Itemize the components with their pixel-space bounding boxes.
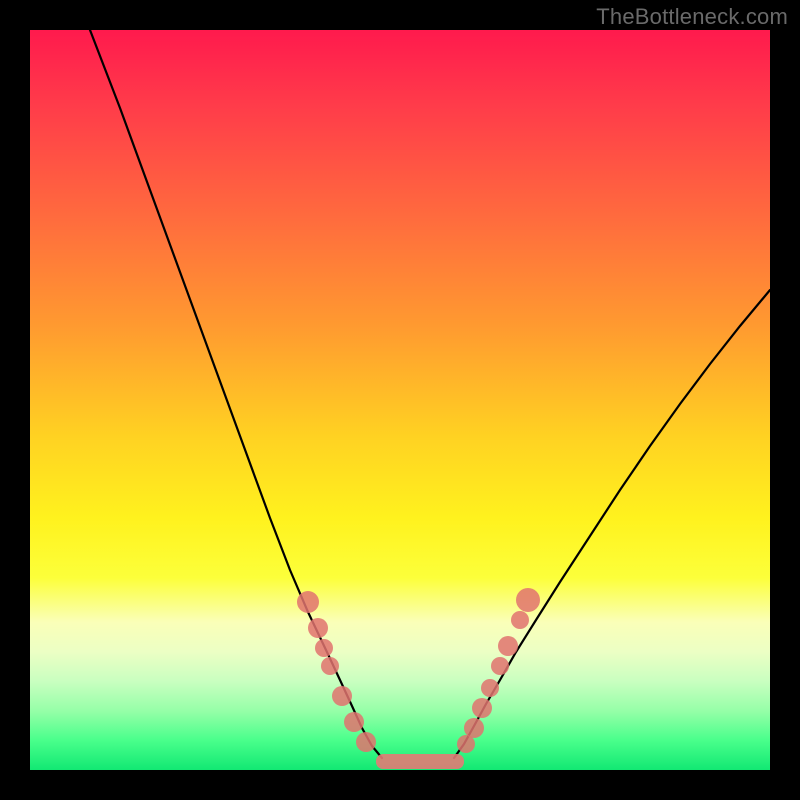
data-marker <box>498 636 518 656</box>
data-marker <box>464 718 484 738</box>
data-marker <box>511 611 529 629</box>
markers-right-group <box>457 588 540 753</box>
data-marker <box>297 591 319 613</box>
data-marker <box>315 639 333 657</box>
data-marker <box>308 618 328 638</box>
data-marker <box>481 679 499 697</box>
valley-accent <box>376 754 464 769</box>
curve-svg <box>30 30 770 770</box>
data-marker <box>491 657 509 675</box>
plot-area <box>30 30 770 770</box>
data-marker <box>356 732 376 752</box>
data-marker <box>321 657 339 675</box>
data-marker <box>472 698 492 718</box>
watermark-text: TheBottleneck.com <box>596 4 788 30</box>
data-marker <box>332 686 352 706</box>
right-curve <box>454 290 770 758</box>
data-marker <box>516 588 540 612</box>
data-marker <box>344 712 364 732</box>
chart-frame: TheBottleneck.com <box>0 0 800 800</box>
left-curve <box>90 30 382 758</box>
data-marker <box>457 735 475 753</box>
